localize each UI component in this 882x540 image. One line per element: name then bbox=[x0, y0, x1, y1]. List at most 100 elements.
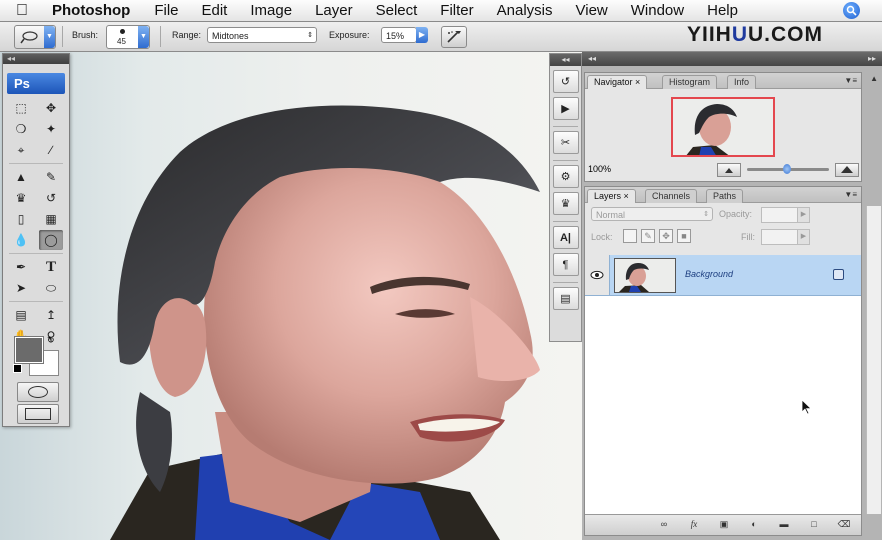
opacity-field[interactable] bbox=[761, 207, 799, 223]
notes-tool-icon[interactable]: ▤ bbox=[9, 305, 33, 325]
menu-layer[interactable]: Layer bbox=[303, 2, 364, 19]
menu-help[interactable]: Help bbox=[695, 2, 749, 19]
add-mask-icon[interactable]: ▣ bbox=[715, 518, 733, 531]
move-tool-icon[interactable]: ✥ bbox=[39, 98, 63, 118]
history-panel-icon[interactable]: ↺ bbox=[552, 70, 579, 93]
visibility-eye-icon[interactable] bbox=[585, 255, 610, 295]
navigator-thumbnail[interactable] bbox=[671, 97, 775, 157]
tab-histogram[interactable]: Histogram bbox=[662, 75, 718, 89]
menu-photoshop[interactable]: Photoshop bbox=[44, 2, 142, 19]
ps-logo[interactable]: Ps bbox=[7, 73, 65, 94]
range-value: Midtones bbox=[212, 31, 249, 41]
quick-mask-button[interactable] bbox=[17, 382, 59, 402]
layer-comps-panel-icon[interactable]: ▤ bbox=[552, 287, 579, 310]
navigator-scroll-arrow[interactable]: ▲ bbox=[870, 74, 878, 83]
layer-style-icon[interactable]: fx bbox=[685, 518, 703, 531]
foreground-color-swatch[interactable] bbox=[14, 336, 44, 364]
zoom-percent[interactable]: 100% bbox=[588, 164, 611, 174]
swap-colors-icon[interactable]: ↻ bbox=[47, 335, 55, 346]
shape-tool-icon[interactable]: ⬭ bbox=[39, 278, 63, 298]
magic-wand-tool-icon[interactable]: ✦ bbox=[39, 119, 63, 139]
tab-info[interactable]: Info bbox=[727, 75, 757, 89]
brush-picker[interactable]: 45 ▼ bbox=[106, 25, 150, 49]
zoom-out-button[interactable] bbox=[717, 163, 741, 177]
gradient-tool-icon[interactable]: ▦ bbox=[39, 209, 63, 229]
screen-mode-button[interactable] bbox=[17, 404, 59, 424]
lock-transparent-icon[interactable] bbox=[623, 229, 637, 243]
menu-analysis[interactable]: Analysis bbox=[485, 2, 564, 19]
document-canvas[interactable] bbox=[0, 52, 582, 540]
menu-view[interactable]: View bbox=[564, 2, 619, 19]
airbrush-button[interactable] bbox=[441, 26, 467, 48]
type-tool-icon[interactable]: T bbox=[39, 257, 63, 277]
zoom-slider-thumb[interactable] bbox=[783, 164, 791, 174]
layer-row-background[interactable]: Background bbox=[585, 255, 861, 296]
zoom-in-button[interactable] bbox=[835, 163, 859, 177]
panels-area: ◂◂ ▸▸ Navigator × Histogram Info ▼≡ 100% bbox=[582, 52, 882, 540]
clone-stamp-tool-icon[interactable]: ♛ bbox=[9, 188, 33, 208]
apple-icon[interactable]:  bbox=[0, 2, 44, 20]
character-panel-icon[interactable]: A| bbox=[552, 226, 579, 249]
layers-scrollbar[interactable] bbox=[866, 206, 881, 514]
lock-image-icon[interactable]: ✎ bbox=[641, 229, 655, 243]
path-selection-tool-icon[interactable]: ➤ bbox=[9, 278, 33, 298]
brush-tool-icon[interactable]: ✎ bbox=[39, 167, 63, 187]
tool-presets-panel-icon[interactable]: ✂ bbox=[552, 131, 579, 154]
panel-menu-icon[interactable]: ▼≡ bbox=[844, 76, 857, 85]
menu-image[interactable]: Image bbox=[238, 2, 303, 19]
tab-paths[interactable]: Paths bbox=[706, 189, 744, 203]
opacity-slider-arrow[interactable]: ▶ bbox=[797, 207, 810, 223]
new-layer-icon[interactable]: □ bbox=[805, 518, 823, 531]
default-colors-icon[interactable] bbox=[13, 364, 22, 373]
lock-position-icon[interactable]: ✥ bbox=[659, 229, 673, 243]
fill-field[interactable] bbox=[761, 229, 799, 245]
eyedropper-tool-icon[interactable]: ↥ bbox=[39, 305, 63, 325]
history-brush-tool-icon[interactable]: ↺ bbox=[39, 188, 63, 208]
close-tab-icon[interactable]: × bbox=[624, 191, 629, 201]
brushes-panel-icon[interactable]: ⚙ bbox=[552, 165, 579, 188]
close-tab-icon[interactable]: × bbox=[635, 77, 640, 87]
spotlight-icon[interactable] bbox=[843, 2, 860, 19]
paragraph-panel-icon[interactable]: ¶ bbox=[552, 253, 579, 276]
blur-tool-icon[interactable]: 💧 bbox=[9, 230, 33, 250]
marquee-tool-icon[interactable]: ⬚ bbox=[9, 98, 33, 118]
blend-mode-select[interactable]: Normal ⇕ bbox=[591, 207, 713, 221]
layer-name[interactable]: Background bbox=[685, 269, 733, 279]
toolbox-grip[interactable]: ◂◂ bbox=[3, 54, 69, 64]
lasso-tool-icon[interactable]: ❍ bbox=[9, 119, 33, 139]
zoom-slider[interactable] bbox=[747, 164, 829, 174]
options-divider bbox=[62, 26, 63, 47]
dock-grip[interactable]: ◂◂ bbox=[550, 54, 581, 66]
tab-channels[interactable]: Channels bbox=[645, 189, 698, 203]
panels-grip[interactable]: ◂◂ ▸▸ bbox=[582, 52, 882, 66]
fill-slider-arrow[interactable]: ▶ bbox=[797, 229, 810, 245]
menu-filter[interactable]: Filter bbox=[428, 2, 484, 19]
actions-panel-icon[interactable]: ▶ bbox=[552, 97, 579, 120]
panel-menu-icon[interactable]: ▼≡ bbox=[844, 190, 857, 199]
lock-all-icon[interactable]: ■ bbox=[677, 229, 691, 243]
menu-file[interactable]: File bbox=[142, 2, 189, 19]
tool-preset-picker[interactable]: ▼ bbox=[14, 25, 56, 49]
clone-source-panel-icon[interactable]: ♛ bbox=[552, 192, 579, 215]
range-select[interactable]: Midtones ⇕ bbox=[207, 27, 317, 43]
exposure-slider-arrow[interactable]: ▶ bbox=[416, 27, 428, 43]
new-group-icon[interactable]: ▬ bbox=[775, 518, 793, 531]
healing-brush-tool-icon[interactable]: ▲ bbox=[9, 167, 33, 187]
navigator-view-box[interactable] bbox=[671, 97, 775, 157]
tab-navigator[interactable]: Navigator × bbox=[587, 75, 648, 89]
brush-size: 45 bbox=[117, 37, 126, 46]
preset-dropdown-arrow: ▼ bbox=[44, 26, 55, 48]
dodge-tool-icon[interactable]: ◯ bbox=[39, 230, 63, 250]
crop-tool-icon[interactable]: ⌖ bbox=[9, 140, 33, 160]
link-layers-icon[interactable]: ∞ bbox=[655, 518, 673, 531]
menu-window[interactable]: Window bbox=[619, 2, 695, 19]
pen-tool-icon[interactable]: ✒ bbox=[9, 257, 33, 277]
slice-tool-icon[interactable]: ∕ bbox=[39, 140, 63, 160]
eraser-tool-icon[interactable]: ▯ bbox=[9, 209, 33, 229]
delete-layer-icon[interactable]: ⌫ bbox=[835, 518, 853, 531]
exposure-field[interactable]: 15% bbox=[381, 27, 417, 43]
menu-edit[interactable]: Edit bbox=[190, 2, 239, 19]
adjustment-layer-icon[interactable]: ◐ bbox=[745, 518, 763, 531]
tab-layers[interactable]: Layers × bbox=[587, 189, 636, 203]
menu-select[interactable]: Select bbox=[364, 2, 429, 19]
